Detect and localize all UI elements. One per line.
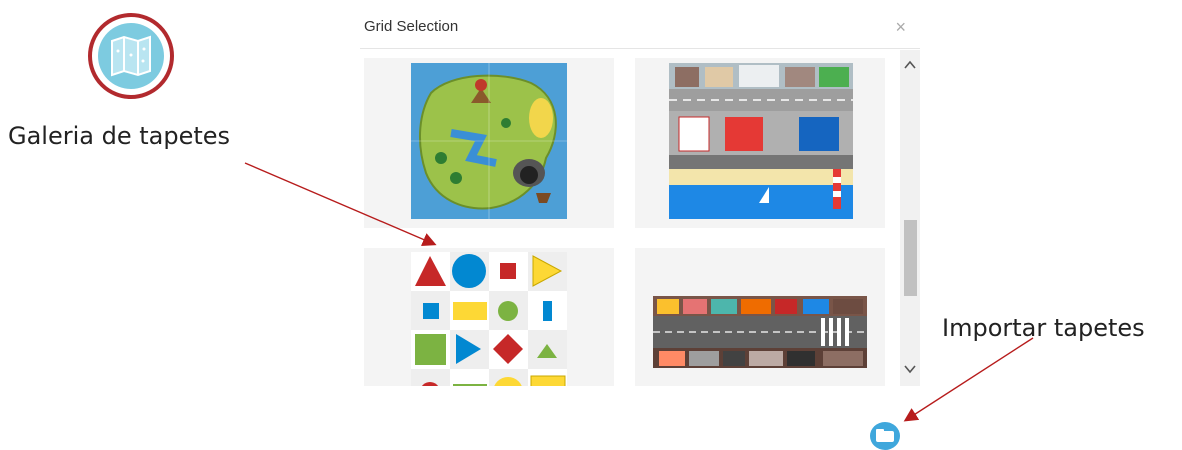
annotation-arrows — [244, 162, 1034, 422]
import-arrow — [903, 337, 1034, 422]
gallery-arrow — [244, 162, 437, 247]
